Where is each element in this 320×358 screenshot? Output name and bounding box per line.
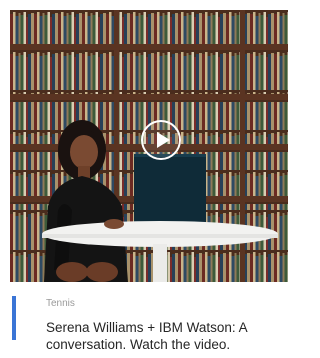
play-button[interactable] xyxy=(141,120,181,160)
play-icon xyxy=(157,132,170,148)
article-title-link[interactable]: Serena Williams + IBM Watson: A conversa… xyxy=(46,319,286,353)
video-thumbnail[interactable] xyxy=(10,10,288,282)
category-accent-bar xyxy=(12,296,16,340)
article-card[interactable]: Tennis Serena Williams + IBM Watson: A c… xyxy=(0,0,288,358)
article-category: Tennis xyxy=(46,298,75,309)
